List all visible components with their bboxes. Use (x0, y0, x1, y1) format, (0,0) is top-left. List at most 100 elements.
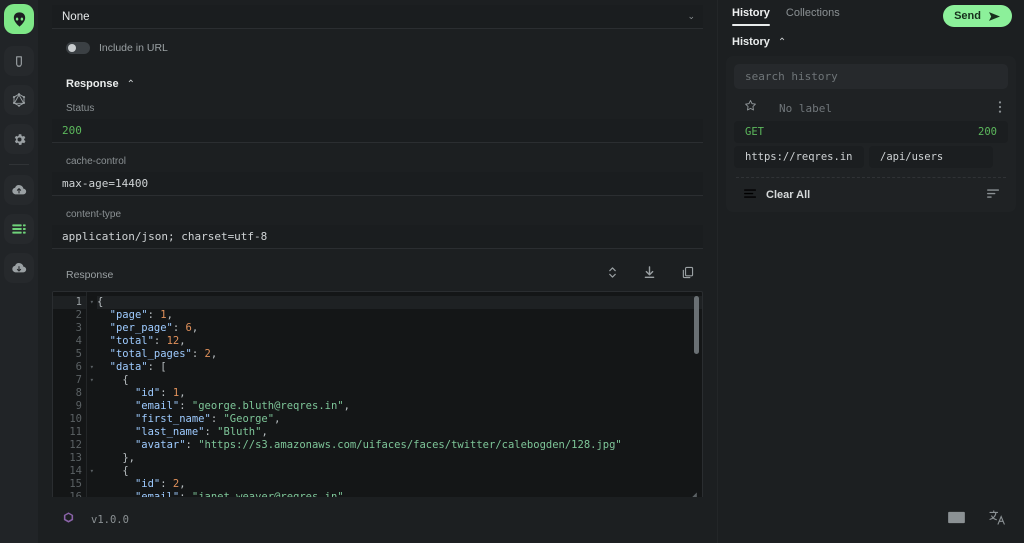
history-section-header[interactable]: History ⌃ (718, 30, 1024, 54)
response-body-toolbar: Response (52, 265, 703, 285)
version-label: v1.0.0 (91, 514, 129, 526)
center-column: None ⌄ Include in URL Response ⌃ Status … (38, 0, 718, 543)
editor-line-number: 11 (69, 426, 82, 438)
settings-icon-button[interactable] (4, 124, 34, 154)
kebab-menu-icon[interactable] (998, 100, 1002, 117)
chevron-up-icon: ⌃ (777, 36, 787, 48)
editor-line-number: 5 (75, 348, 82, 360)
translate-icon (989, 510, 1005, 525)
history-entry-host[interactable]: https://reqres.in (734, 146, 864, 168)
editor-line-number: 12 (69, 439, 82, 451)
cloud-upload-icon (12, 185, 27, 195)
send-button[interactable]: Send (943, 5, 1012, 27)
history-card: search history No label GET 200 https://… (726, 56, 1016, 212)
search-history-input[interactable]: search history (734, 64, 1008, 89)
include-in-url-row[interactable]: Include in URL (52, 42, 703, 54)
download-button[interactable] (643, 265, 656, 285)
editor-line-number: 15 (69, 478, 82, 490)
version-group: v1.0.0 (62, 511, 129, 529)
right-panel: History Collections Send History ⌃ searc… (718, 0, 1024, 543)
center-bottom-bar: v1.0.0 (38, 497, 717, 543)
toggle-knob (68, 44, 76, 52)
tab-history[interactable]: History (732, 0, 770, 26)
editor-code[interactable]: { "page": 1, "per_page": 6, "total": 12,… (87, 292, 702, 497)
copy-button[interactable] (681, 265, 695, 285)
response-section-title: Response (66, 78, 119, 90)
editor-code-line: "email": "janet.weaver@reqres.in", (134, 491, 350, 497)
app-logo[interactable] (4, 4, 34, 34)
copy-icon (682, 266, 694, 279)
gear-icon (14, 133, 25, 145)
rail-divider (9, 164, 29, 165)
chevron-up-icon: ⌃ (126, 78, 135, 90)
mail-button[interactable] (948, 511, 965, 529)
sort-icon[interactable] (987, 186, 1000, 204)
cloud-download-icon (12, 263, 27, 273)
editor-code-line: "last_name": "Bluth", (134, 426, 268, 438)
realtime-button[interactable] (4, 214, 34, 244)
star-glyph-icon (745, 99, 756, 111)
history-entry-method-row: GET 200 (734, 121, 1008, 143)
history-entry-path[interactable]: /api/users (869, 146, 993, 168)
star-icon[interactable] (744, 99, 757, 117)
editor-resize-grip[interactable]: ◢ (692, 491, 700, 498)
editor-line-number: 1 ▾ (53, 296, 94, 309)
translate-button[interactable] (989, 510, 1006, 530)
editor-line-number: 7 ▾ (75, 374, 94, 386)
cache-control-label: cache-control (66, 156, 127, 167)
realtime-list-icon (12, 224, 26, 234)
include-in-url-toggle[interactable] (66, 42, 90, 54)
editor-code-line: "avatar": "https://s3.amazonaws.com/uifa… (134, 439, 622, 451)
tab-collections[interactable]: Collections (786, 0, 840, 26)
auth-type-select[interactable]: None ⌄ (52, 5, 703, 29)
cloud-download-button[interactable] (4, 253, 34, 283)
editor-line-number: 2 (75, 309, 82, 321)
editor-line-number: 16 (69, 491, 82, 497)
graphql-icon-button[interactable] (4, 85, 34, 115)
list-lines-icon (744, 186, 757, 204)
editor-code-line: }, (122, 452, 135, 464)
cloud-upload-button[interactable] (4, 175, 34, 205)
download-icon (644, 266, 655, 279)
status-label: Status (66, 103, 95, 114)
history-entry-status: 200 (978, 126, 997, 138)
content-type-label: content-type (66, 209, 122, 220)
graphql-icon (12, 93, 26, 107)
response-body-actions (607, 265, 695, 285)
rest-icon-button[interactable] (4, 46, 34, 76)
list-lines-glyph-icon (744, 189, 756, 198)
editor-code-line: { (97, 296, 702, 309)
history-section-title: History (732, 36, 770, 48)
clear-all-label: Clear All (766, 189, 811, 201)
status-value: 200 (52, 119, 703, 143)
editor-line-number: 13 (69, 452, 82, 464)
editor-gutter: 1 ▾ 2 3 4 5 6 ▾ 7 ▾ 8 9 10 11 12 13 14 ▾ 15 16 (53, 292, 94, 497)
editor-line-number: 10 (69, 413, 82, 425)
response-section-header[interactable]: Response ⌃ (52, 78, 703, 90)
editor-code-line: { (122, 465, 129, 477)
editor-code-line: "data": [ (109, 361, 167, 373)
cache-control-value: max-age=14400 (52, 172, 703, 196)
search-history-placeholder: search history (745, 70, 838, 83)
send-button-label: Send (954, 10, 981, 22)
editor-code-line: "total": 12, (109, 335, 186, 347)
editor-line-number: 8 (75, 387, 82, 399)
editor-line-number: 9 (75, 400, 82, 412)
response-code-editor[interactable]: 1 ▾ 2 3 4 5 6 ▾ 7 ▾ 8 9 10 11 12 13 14 ▾ 15 16 { "page": 1,… (52, 291, 703, 497)
chevron-down-icon: ⌄ (687, 11, 695, 21)
send-arrow-icon (989, 11, 1000, 21)
sort-glyph-icon (987, 189, 999, 198)
kebab-dots-icon (998, 100, 1002, 113)
editor-line-number: 6 ▾ (75, 361, 94, 373)
editor-code-line: "page": 1, (109, 309, 173, 321)
mail-icon (948, 511, 965, 524)
editor-vertical-scrollbar[interactable] (694, 296, 699, 354)
history-entry-method: GET (745, 126, 764, 138)
wrap-lines-button[interactable] (607, 265, 618, 285)
clear-all-row[interactable]: Clear All (734, 178, 1008, 212)
history-entry[interactable]: No label GET 200 https://reqres.in /api/… (734, 97, 1008, 168)
gitpod-glyph-icon (63, 512, 74, 523)
editor-code-line: "total_pages": 2, (109, 348, 218, 360)
history-entry-label: No label (779, 101, 832, 115)
editor-line-number: 14 ▾ (69, 465, 94, 477)
